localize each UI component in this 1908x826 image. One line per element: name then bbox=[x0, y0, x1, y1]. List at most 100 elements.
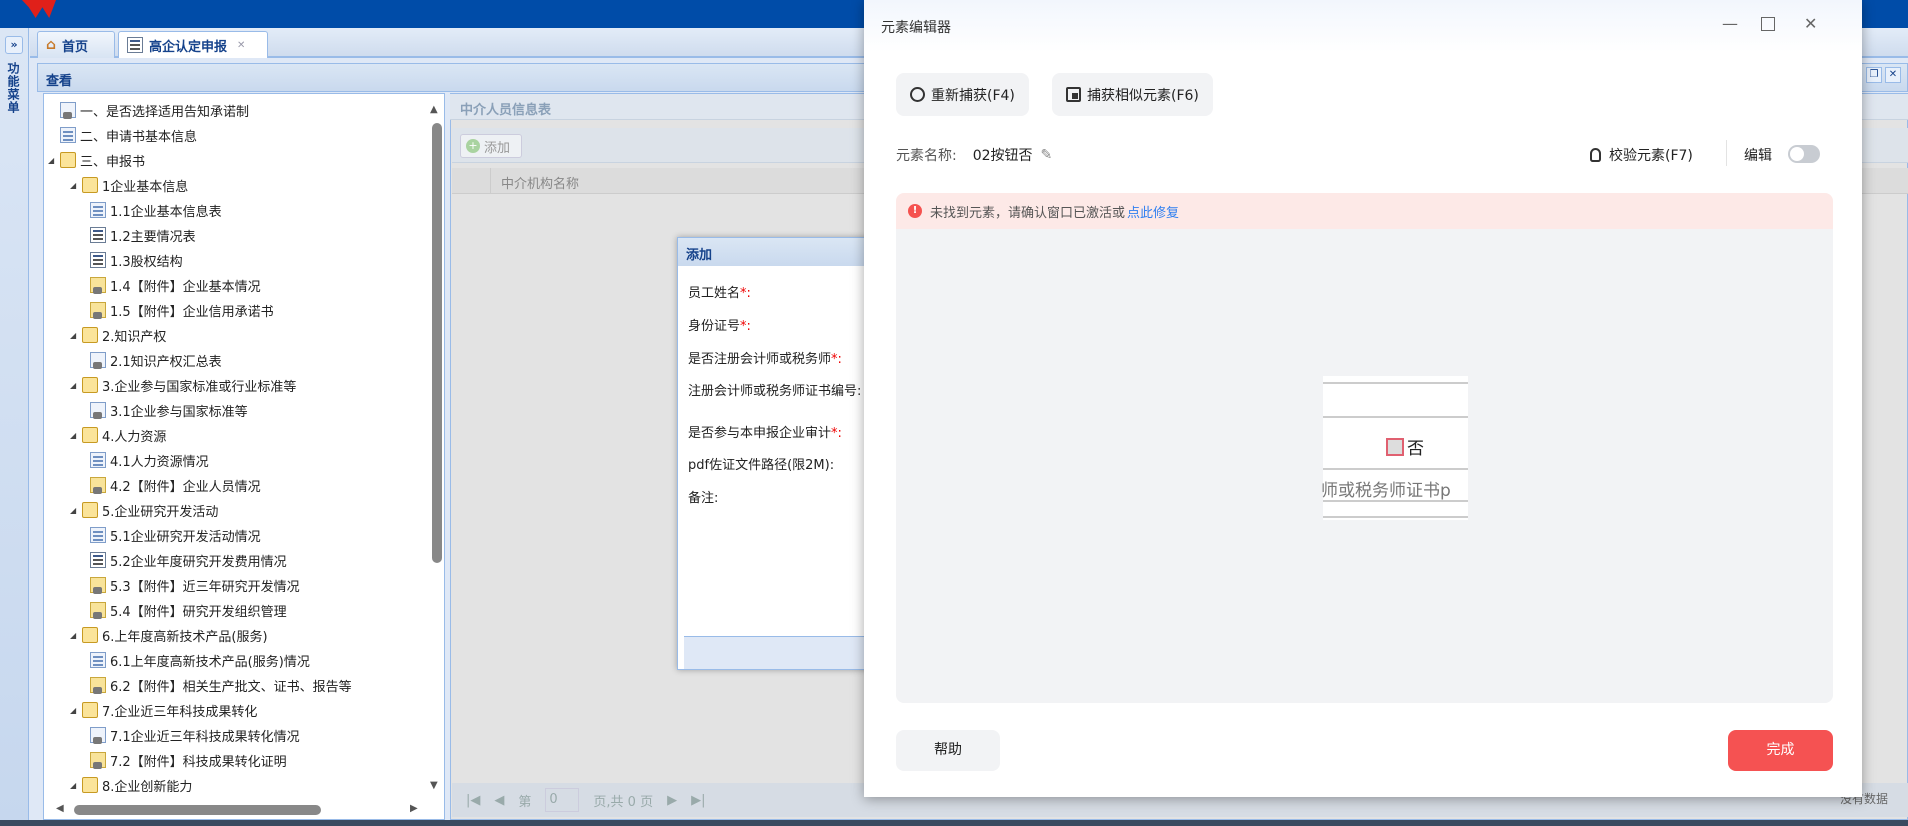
tree-item-label: 6.1上年度高新技术产品(服务)情况 bbox=[110, 654, 310, 670]
pencil-icon[interactable]: ✎ bbox=[1041, 147, 1053, 163]
tab-label: 高企认定申报 bbox=[149, 39, 228, 55]
tree-item[interactable]: 4.2【附件】企业人员情况 bbox=[90, 474, 261, 496]
next-page-icon[interactable]: ▶ bbox=[667, 793, 677, 808]
expand-triangle-icon[interactable]: ◢ bbox=[70, 506, 78, 515]
expand-triangle-icon[interactable]: ◢ bbox=[70, 781, 78, 790]
expand-triangle-icon[interactable]: ◢ bbox=[48, 156, 56, 165]
tree-item[interactable]: 3.1企业参与国家标准等 bbox=[90, 399, 248, 421]
element-editor-window: 元素编辑器 — ✕ 重新捕获(F4) 捕获相似元素(F6) 元素名称: 02按钮… bbox=[864, 0, 1862, 797]
expand-triangle-icon[interactable]: ◢ bbox=[70, 706, 78, 715]
tree-item[interactable]: ◢ 1企业基本信息 bbox=[70, 174, 188, 196]
tree-item-label: 5.2企业年度研究开发费用情况 bbox=[110, 554, 287, 570]
minimize-icon[interactable]: — bbox=[1722, 14, 1738, 33]
first-page-icon[interactable]: |◀ bbox=[466, 793, 480, 808]
expand-triangle-icon[interactable]: ◢ bbox=[70, 381, 78, 390]
scroll-down-icon[interactable]: ▼ bbox=[430, 780, 438, 791]
tree-item-label: 2.1知识产权汇总表 bbox=[110, 354, 222, 370]
add-button[interactable]: + 添加 bbox=[460, 134, 522, 158]
tree-item[interactable]: 二、申请书基本信息 bbox=[60, 124, 197, 146]
tree-item[interactable]: ◢ 7.企业近三年科技成果转化 bbox=[70, 699, 257, 721]
tree-item[interactable]: 2.1知识产权汇总表 bbox=[90, 349, 222, 371]
tree-item-label: 二、申请书基本信息 bbox=[80, 129, 198, 145]
form-icon bbox=[60, 127, 76, 143]
editor-title: 元素编辑器 bbox=[881, 20, 951, 36]
error-icon: ! bbox=[908, 204, 922, 218]
tree-item[interactable]: 6.1上年度高新技术产品(服务)情况 bbox=[90, 649, 310, 671]
fix-link[interactable]: 点此修复 bbox=[1127, 202, 1179, 221]
home-icon: ⌂ bbox=[46, 37, 57, 53]
tree-item[interactable]: 5.1企业研究开发活动情况 bbox=[90, 524, 261, 546]
edit-toggle[interactable] bbox=[1788, 145, 1820, 163]
tree-item[interactable]: 1.5【附件】企业信用承诺书 bbox=[90, 299, 274, 321]
done-button[interactable]: 完成 bbox=[1728, 730, 1833, 771]
function-menu-label[interactable]: 功能菜单 bbox=[6, 62, 22, 114]
gform-icon bbox=[90, 727, 106, 744]
folder-icon bbox=[82, 377, 98, 393]
nav-tree: 一、是否选择适用告知承诺制二、申请书基本信息 ◢ 三、申报书 ◢ 1企业基本信息 1.1企… bbox=[43, 93, 445, 820]
field-label-text: pdf佐证文件路径(限2M): bbox=[688, 458, 835, 473]
last-page-icon[interactable]: ▶| bbox=[691, 793, 705, 808]
tree-item[interactable]: 5.3【附件】近三年研究开发情况 bbox=[90, 574, 300, 596]
tree-item[interactable]: 1.1企业基本信息表 bbox=[90, 199, 222, 221]
tree-item[interactable]: ◢ 三、申报书 bbox=[48, 149, 145, 171]
tree-item-label: 6.上年度高新技术产品(服务) bbox=[102, 629, 268, 645]
required-marker: *: bbox=[831, 352, 842, 367]
tree-item-label: 3.企业参与国家标准或行业标准等 bbox=[102, 379, 297, 395]
recapture-icon bbox=[910, 87, 925, 102]
tree-item[interactable]: 1.4【附件】企业基本情况 bbox=[90, 274, 261, 296]
tree-item[interactable]: 一、是否选择适用告知承诺制 bbox=[60, 99, 249, 121]
tree-item-label: 7.2【附件】科技成果转化证明 bbox=[110, 754, 287, 770]
list-icon bbox=[90, 227, 106, 243]
tree-item[interactable]: 4.1人力资源情况 bbox=[90, 449, 209, 471]
taskbar-edge bbox=[0, 820, 1908, 826]
verify-element-button[interactable]: 校验元素(F7) bbox=[1590, 145, 1693, 165]
required-marker: *: bbox=[740, 319, 751, 334]
tree-item-label: 4.人力资源 bbox=[102, 429, 167, 445]
restore-icon[interactable]: ❐ bbox=[1866, 67, 1882, 83]
expand-menu-button[interactable]: » bbox=[5, 36, 23, 54]
scroll-left-icon[interactable]: ◀ bbox=[56, 803, 64, 814]
prev-page-icon[interactable]: ◀ bbox=[494, 793, 504, 808]
scroll-up-icon[interactable]: ▲ bbox=[430, 104, 438, 115]
tree-item[interactable]: 5.4【附件】研究开发组织管理 bbox=[90, 599, 287, 621]
form-field-label: 是否参与本申报企业审计*: bbox=[688, 426, 842, 442]
help-button[interactable]: 帮助 bbox=[896, 730, 1000, 771]
tree-item[interactable]: ◢ 5.企业研究开发活动 bbox=[70, 499, 218, 521]
expand-triangle-icon[interactable]: ◢ bbox=[70, 631, 78, 640]
close-icon[interactable]: ✕ bbox=[1804, 14, 1817, 33]
page-prefix: 第 bbox=[518, 794, 532, 810]
tree-horizontal-scrollbar[interactable] bbox=[74, 805, 321, 815]
tree-vertical-scrollbar[interactable] bbox=[432, 123, 442, 563]
close-icon[interactable]: ✕ bbox=[1885, 67, 1901, 83]
tree-item[interactable]: ◢ 6.上年度高新技术产品(服务) bbox=[70, 624, 268, 646]
expand-triangle-icon[interactable]: ◢ bbox=[70, 181, 78, 190]
maximize-icon[interactable] bbox=[1761, 17, 1775, 31]
page-input[interactable]: 0 bbox=[545, 788, 580, 812]
attach-icon bbox=[90, 577, 106, 594]
tree-item[interactable]: ◢ 4.人力资源 bbox=[70, 424, 166, 446]
expand-triangle-icon[interactable]: ◢ bbox=[70, 431, 78, 440]
plus-icon: + bbox=[466, 139, 480, 153]
tree-item[interactable]: 6.2【附件】相关生产批文、证书、报告等 bbox=[90, 674, 352, 696]
tree-item[interactable]: ◢ 3.企业参与国家标准或行业标准等 bbox=[70, 374, 296, 396]
tab-gaoqi[interactable]: 高企认定申报 ✕ bbox=[118, 31, 268, 58]
close-tab-icon[interactable]: ✕ bbox=[237, 40, 245, 51]
element-preview: 否 师或税务师证书p bbox=[896, 229, 1833, 703]
preview-option-label: 否 bbox=[1407, 439, 1424, 459]
tree-item[interactable]: 7.1企业近三年科技成果转化情况 bbox=[90, 724, 300, 746]
tree-item[interactable]: 1.2主要情况表 bbox=[90, 224, 196, 246]
add-dialog-footer bbox=[684, 636, 876, 669]
tab-home[interactable]: ⌂ 首页 bbox=[37, 31, 115, 58]
column-header-agency-name[interactable]: 中介机构名称 bbox=[490, 168, 589, 194]
tree-item[interactable]: 1.3股权结构 bbox=[90, 249, 183, 271]
tree-item[interactable]: 7.2【附件】科技成果转化证明 bbox=[90, 749, 287, 771]
recapture-button[interactable]: 重新捕获(F4) bbox=[896, 73, 1029, 116]
capture-similar-button[interactable]: 捕获相似元素(F6) bbox=[1052, 73, 1213, 116]
scroll-right-icon[interactable]: ▶ bbox=[410, 803, 418, 814]
tree-item[interactable]: 5.2企业年度研究开发费用情况 bbox=[90, 549, 287, 571]
expand-triangle-icon[interactable]: ◢ bbox=[70, 331, 78, 340]
tree-item[interactable]: ◢ 2.知识产权 bbox=[70, 324, 166, 346]
folder-icon bbox=[82, 502, 98, 518]
tree-item[interactable]: ◢ 8.企业创新能力 bbox=[70, 774, 192, 796]
form-field-label: 是否注册会计师或税务师*: bbox=[688, 352, 842, 368]
